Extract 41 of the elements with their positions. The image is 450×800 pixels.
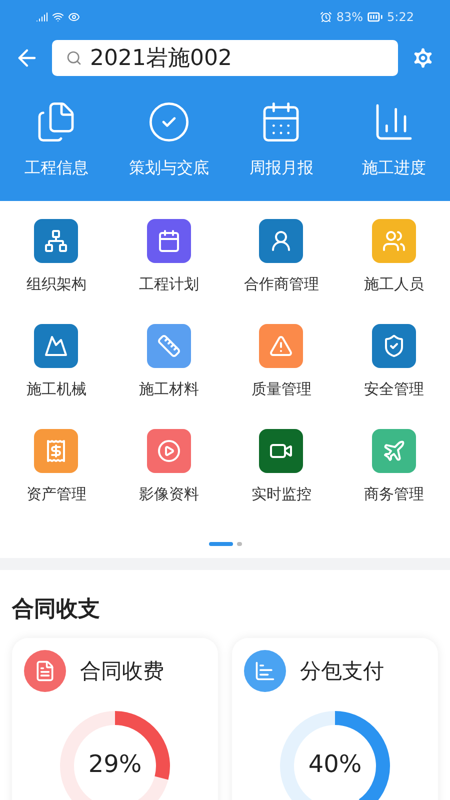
summary-card[interactable]: 合同收费 29% [12, 638, 218, 800]
alarm-icon [320, 11, 332, 23]
battery-percent: 83% [336, 10, 364, 24]
percent-reading: 40% [307, 750, 363, 778]
module-item[interactable]: 质量管理 [225, 324, 338, 399]
module-item[interactable]: 实时监控 [225, 429, 338, 504]
module-item[interactable]: 工程计划 [112, 219, 225, 294]
module-item[interactable]: 资产管理 [0, 429, 112, 504]
card-title: 合同收费 [80, 658, 164, 685]
warning-icon [259, 324, 304, 368]
percent-reading: 29% [87, 750, 143, 778]
module-item[interactable]: 合作商管理 [225, 219, 338, 294]
clock-time: 5:22 [387, 10, 414, 24]
person-icon [259, 219, 304, 263]
play-icon [146, 429, 191, 473]
module-item[interactable]: 施工材料 [112, 324, 225, 399]
section-title: 合同收支 [12, 596, 101, 624]
module-item[interactable]: 安全管理 [338, 324, 450, 399]
bar-chart-icon [244, 650, 286, 692]
module-item[interactable]: 组织架构 [0, 219, 112, 294]
group-icon [372, 219, 416, 263]
airplane-icon [372, 429, 416, 473]
ruler-icon [146, 324, 191, 368]
card-title: 分包支付 [300, 658, 384, 685]
check-circle-icon [146, 100, 191, 144]
search-icon [66, 50, 82, 66]
video-camera-icon [259, 429, 304, 473]
search-field[interactable]: 2021岩施002 [52, 40, 398, 76]
receipt-icon [34, 429, 78, 473]
mountain-icon [34, 324, 78, 368]
eye-icon [68, 11, 80, 23]
signal-icon [36, 11, 48, 23]
document-icon [24, 650, 66, 692]
module-item[interactable]: 施工人员 [338, 219, 450, 294]
calendar-icon [146, 219, 191, 263]
shield-check-icon [372, 324, 416, 368]
module-item[interactable]: 商务管理 [338, 429, 450, 504]
hierarchy-icon [34, 219, 78, 263]
summary-card[interactable]: 分包支付 40% [232, 638, 438, 800]
module-item[interactable]: 影像资料 [112, 429, 225, 504]
module-item[interactable]: 施工机械 [0, 324, 112, 399]
